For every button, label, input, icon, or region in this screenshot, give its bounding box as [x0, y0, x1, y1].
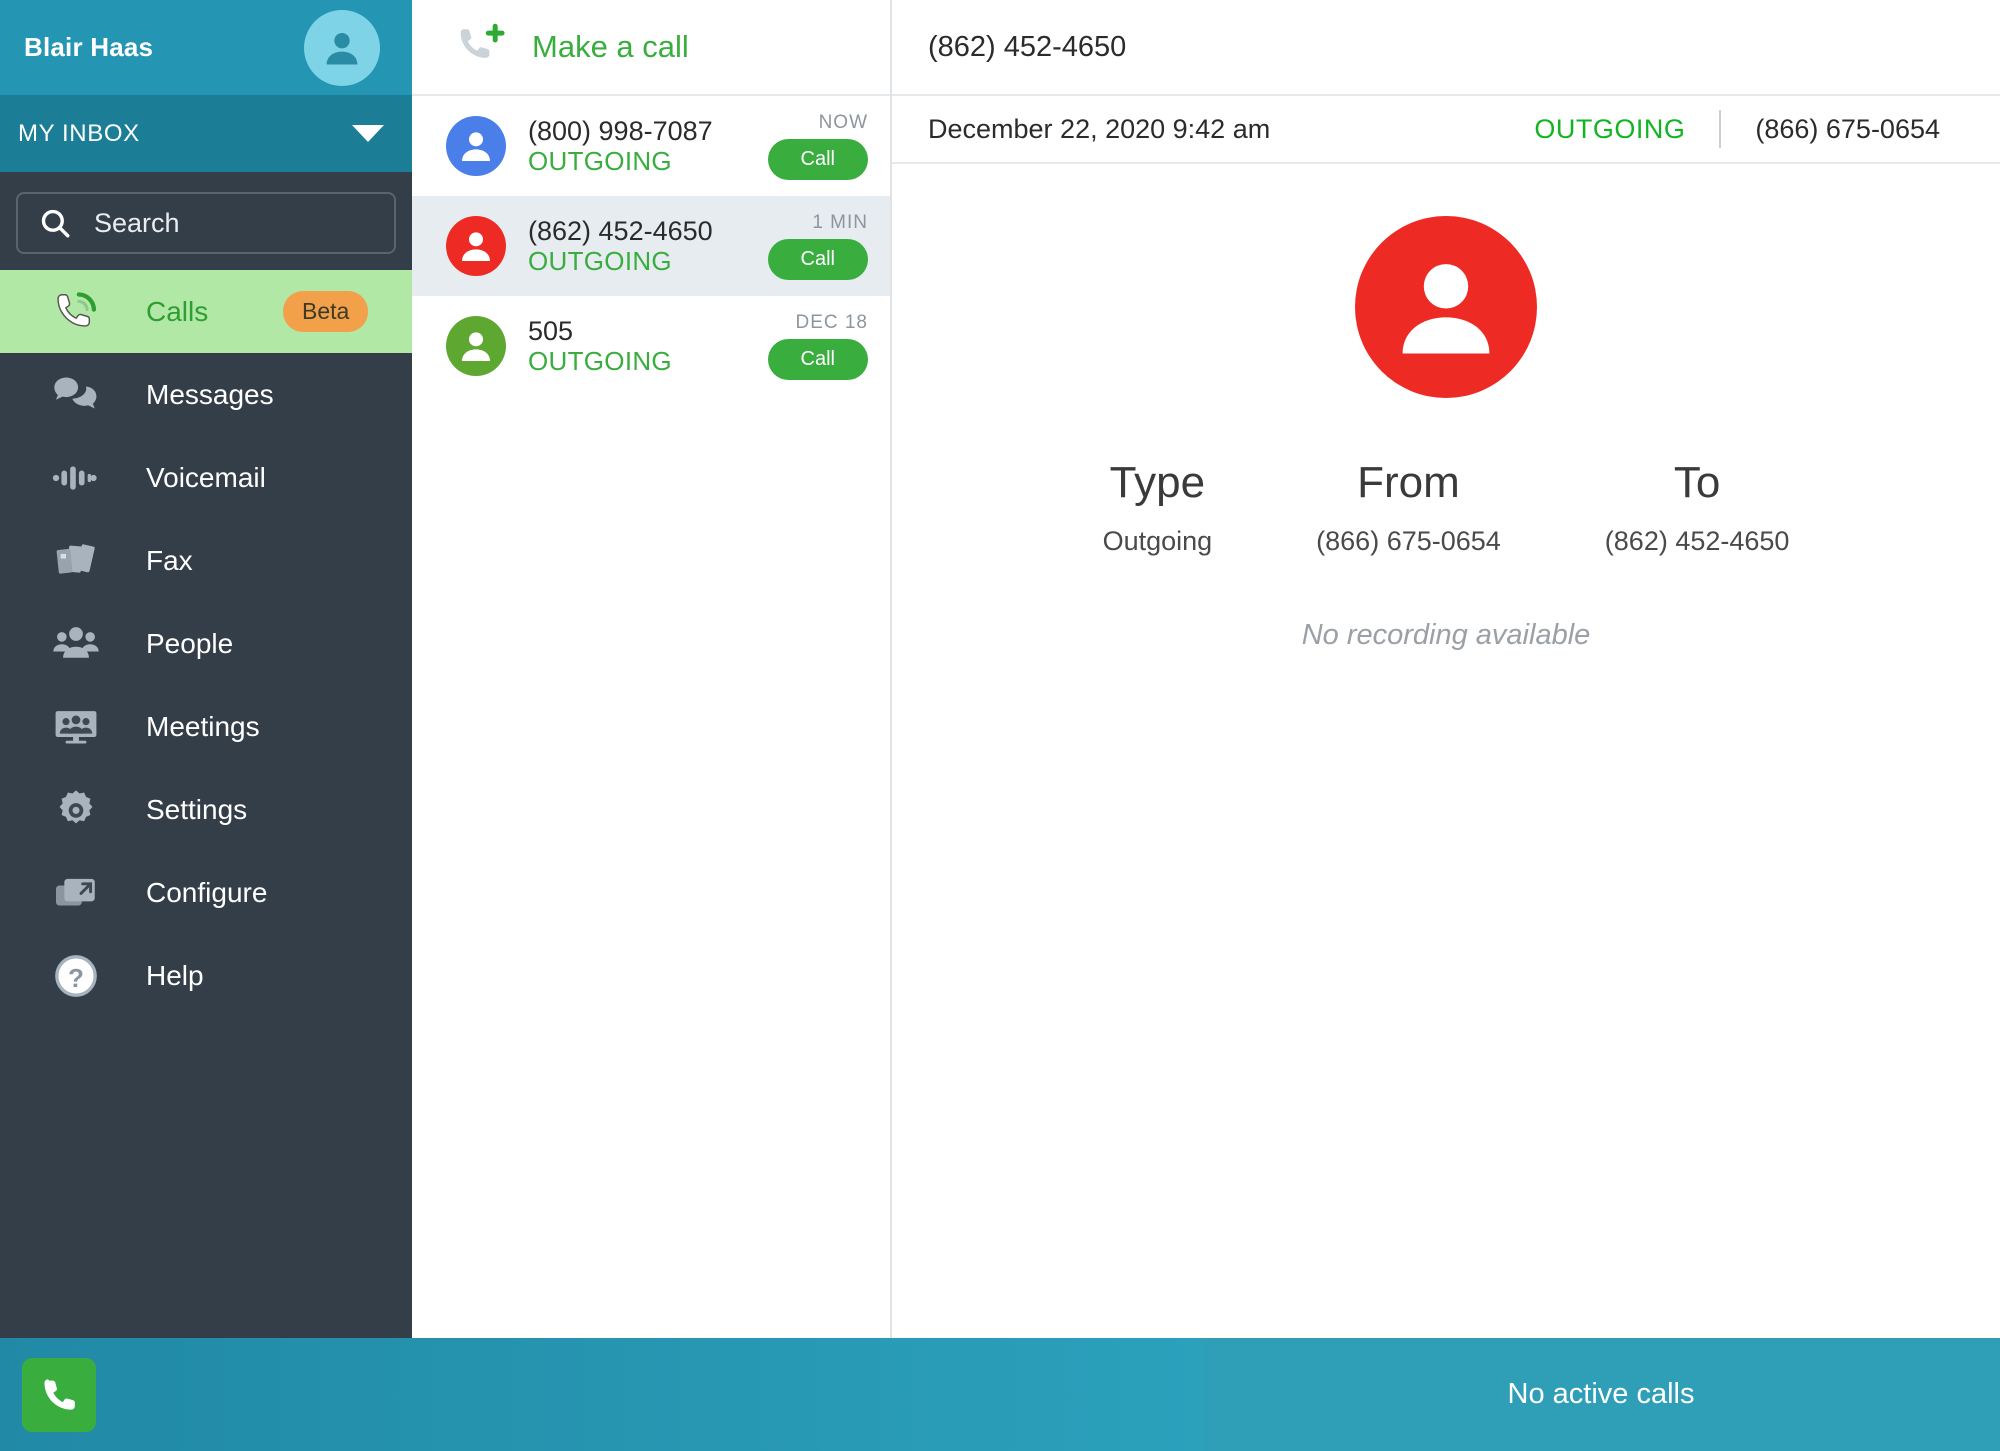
call-detail-panel: (862) 452-4650 December 22, 2020 9:42 am… [892, 0, 2000, 1338]
call-button[interactable]: Call [767, 339, 868, 380]
call-list-item[interactable]: (862) 452-4650 OUTGOING 1 MIN Call [412, 196, 890, 296]
sidebar-item-label: Configure [146, 876, 268, 908]
call-info-to: To (862) 452-4650 [1553, 458, 1842, 557]
avatar [446, 216, 506, 276]
call-row-info: (800) 998-7087 OUTGOING [528, 116, 768, 177]
call-timestamp: NOW [818, 112, 868, 133]
sidebar-item-label: Meetings [146, 710, 260, 742]
user-avatar-icon[interactable] [304, 9, 380, 86]
status-bar: No active calls [0, 1338, 2000, 1451]
waveform-icon [48, 453, 104, 503]
call-row-actions: DEC 18 Call [767, 312, 868, 380]
no-recording-message: No recording available [1301, 619, 1591, 651]
windows-arrow-icon [48, 868, 104, 918]
people-group-icon [48, 619, 104, 669]
call-row-actions: NOW Call [767, 112, 868, 180]
user-header[interactable]: Blair Haas [0, 0, 412, 95]
status-bar-right: No active calls [1202, 1338, 2000, 1451]
svg-text:?: ? [68, 962, 84, 992]
make-a-call-label: Make a call [532, 29, 689, 64]
chevron-down-icon[interactable] [352, 125, 384, 142]
user-name: Blair Haas [24, 32, 154, 62]
sidebar-item-calls[interactable]: Calls Beta [0, 270, 412, 353]
info-value: (862) 452-4650 [1604, 526, 1790, 556]
main-body: Blair Haas MY INBOX Search Calls Beta Me… [0, 0, 2000, 1338]
active-calls-status: No active calls [1507, 1378, 1695, 1410]
avatar [446, 116, 506, 176]
search-input[interactable]: Search [16, 192, 396, 254]
sidebar-item-label: Messages [146, 378, 274, 410]
status-bar-left [0, 1338, 1202, 1451]
call-list-item[interactable]: 505 OUTGOING DEC 18 Call [412, 296, 890, 396]
sidebar-item-voicemail[interactable]: Voicemail [0, 436, 412, 519]
detail-meta-bar: December 22, 2020 9:42 am OUTGOING (866)… [892, 96, 2000, 164]
sidebar-item-meetings[interactable]: Meetings [0, 685, 412, 768]
sidebar-item-fax[interactable]: Fax [0, 519, 412, 602]
sidebar-item-label: People [146, 627, 234, 659]
call-timestamp: DEC 18 [795, 312, 868, 333]
call-number: 505 [528, 315, 574, 346]
call-from-number: (866) 675-0654 [1755, 113, 1940, 144]
inbox-label: MY INBOX [18, 119, 140, 147]
call-number: (862) 452-4650 [528, 215, 713, 246]
info-label: Type [1109, 458, 1206, 507]
dialpad-phone-button[interactable] [22, 1357, 96, 1432]
call-direction-badge: OUTGOING [1534, 113, 1686, 144]
call-direction: OUTGOING [528, 245, 672, 276]
call-row-info: 505 OUTGOING [528, 316, 768, 377]
sidebar-item-label: Calls [146, 295, 209, 327]
call-list-item[interactable]: (800) 998-7087 OUTGOING NOW Call [412, 96, 890, 196]
phone-plus-icon [456, 22, 506, 73]
divider [1719, 110, 1722, 148]
call-button[interactable]: Call [767, 239, 868, 280]
avatar [446, 316, 506, 376]
sidebar-item-help[interactable]: ? Help [0, 934, 412, 1017]
sidebar-item-configure[interactable]: Configure [0, 851, 412, 934]
sidebar: Blair Haas MY INBOX Search Calls Beta Me… [0, 0, 412, 1338]
call-row-info: (862) 452-4650 OUTGOING [528, 216, 768, 277]
chat-bubbles-icon [48, 370, 104, 420]
call-direction: OUTGOING [528, 145, 672, 176]
sidebar-item-label: Help [146, 959, 204, 991]
call-row-actions: 1 MIN Call [767, 212, 868, 280]
sidebar-item-people[interactable]: People [0, 602, 412, 685]
info-value: Outgoing [1102, 526, 1213, 556]
status-badge: Beta [283, 291, 369, 332]
call-info-from: From (866) 675-0654 [1264, 458, 1553, 557]
info-label: From [1357, 458, 1460, 507]
info-value: (866) 675-0654 [1316, 526, 1501, 556]
fax-pages-icon [48, 536, 104, 586]
detail-body: Type Outgoing From (866) 675-0654 To (86… [892, 164, 2000, 1338]
call-list-panel: Make a call (800) 998-7087 OUTGOING NOW … [412, 0, 892, 1338]
sidebar-nav: Calls Beta Messages Voicemail Fax People… [0, 270, 412, 1017]
sidebar-item-settings[interactable]: Settings [0, 768, 412, 851]
app-root: Blair Haas MY INBOX Search Calls Beta Me… [0, 0, 2000, 1451]
search-icon [41, 209, 70, 238]
inbox-selector[interactable]: MY INBOX [0, 95, 412, 172]
call-direction: OUTGOING [528, 345, 672, 376]
page-title: (862) 452-4650 [928, 30, 1127, 63]
call-info-type: Type Outgoing [1051, 458, 1265, 557]
call-button[interactable]: Call [767, 139, 868, 180]
call-datetime: December 22, 2020 9:42 am [928, 113, 1271, 144]
info-label: To [1673, 458, 1721, 507]
make-a-call-button[interactable]: Make a call [412, 0, 890, 96]
sidebar-item-label: Voicemail [146, 461, 266, 493]
detail-title-bar: (862) 452-4650 [892, 0, 2000, 96]
search-container: Search [0, 172, 412, 270]
call-number: (800) 998-7087 [528, 115, 713, 146]
search-placeholder: Search [94, 207, 180, 238]
call-info-columns: Type Outgoing From (866) 675-0654 To (86… [1051, 458, 1842, 557]
phone-ring-icon [48, 287, 104, 337]
sidebar-item-messages[interactable]: Messages [0, 353, 412, 436]
gear-icon [48, 785, 104, 835]
sidebar-item-label: Settings [146, 793, 248, 825]
avatar [1355, 216, 1537, 398]
call-timestamp: 1 MIN [812, 212, 868, 233]
video-meeting-icon [48, 702, 104, 752]
sidebar-item-label: Fax [146, 544, 193, 576]
question-circle-icon: ? [48, 951, 104, 1001]
